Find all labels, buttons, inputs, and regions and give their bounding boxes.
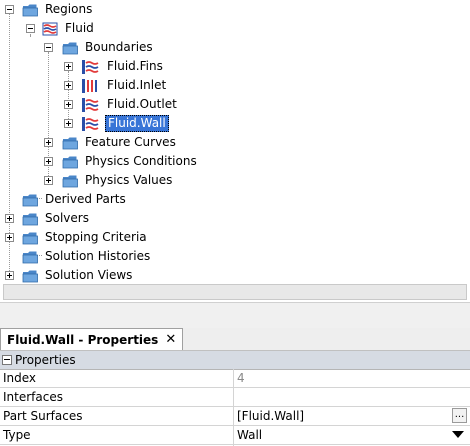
expand-icon[interactable] xyxy=(44,157,53,166)
region-icon xyxy=(42,22,58,36)
horizontal-scrollbar[interactable] xyxy=(3,284,467,300)
tree-node-label: Regions xyxy=(45,2,93,16)
tree-node-physics-conditions[interactable]: Physics Conditions xyxy=(62,152,199,171)
section-title: Properties xyxy=(15,353,76,367)
tree-node-label: Stopping Criteria xyxy=(45,230,147,244)
folder-icon xyxy=(22,250,38,264)
tree-guide-line xyxy=(30,34,31,36)
property-row-index[interactable]: Index 4 xyxy=(0,369,470,388)
property-row-type[interactable]: Type Wall xyxy=(0,426,470,445)
tree-node-fluid-wall[interactable]: Fluid.Wall xyxy=(82,114,169,133)
folder-icon xyxy=(22,3,38,17)
dropdown-arrow-icon[interactable] xyxy=(452,431,464,438)
boundary-wall-icon xyxy=(82,117,100,131)
tree-node-solution-views[interactable]: Solution Views xyxy=(22,266,134,284)
simulation-tree[interactable]: Regions Fluid Boundaries Fluid.Fins Flui… xyxy=(0,0,470,284)
tree-node-label: Physics Conditions xyxy=(85,154,197,168)
tree-node-physics-values[interactable]: Physics Values xyxy=(62,171,174,190)
ellipsis-icon[interactable]: ... xyxy=(452,408,467,423)
property-name: Index xyxy=(3,371,37,385)
expand-icon[interactable] xyxy=(64,119,73,128)
tree-node-stopping-criteria[interactable]: Stopping Criteria xyxy=(22,228,149,247)
collapse-icon[interactable] xyxy=(26,24,35,33)
tree-node-label: Boundaries xyxy=(85,40,153,54)
folder-icon xyxy=(62,136,78,150)
tree-node-fluid[interactable]: Fluid xyxy=(42,19,96,38)
expand-icon[interactable] xyxy=(5,214,14,223)
tree-node-solution-histories[interactable]: Solution Histories xyxy=(22,247,152,266)
tree-node-fluid-outlet[interactable]: Fluid.Outlet xyxy=(82,95,179,114)
properties-section-header[interactable]: Properties xyxy=(0,351,470,370)
tree-node-label: Physics Values xyxy=(85,173,173,187)
tree-node-label: Solution Histories xyxy=(45,249,151,263)
boundary-inlet-icon xyxy=(82,79,100,93)
folder-icon xyxy=(22,212,38,226)
expand-icon[interactable] xyxy=(5,233,14,242)
tree-node-label: Fluid.Outlet xyxy=(107,97,177,111)
panel-divider[interactable] xyxy=(0,302,470,329)
tree-node-label: Fluid.Inlet xyxy=(107,78,167,92)
close-icon[interactable]: ✕ xyxy=(165,332,176,347)
expand-icon[interactable] xyxy=(64,81,73,90)
collapse-icon[interactable] xyxy=(5,5,14,14)
tree-node-label-selected: Fluid.Wall xyxy=(105,115,169,132)
tree-node-derived-parts[interactable]: Derived Parts xyxy=(22,190,128,209)
folder-icon xyxy=(62,41,78,55)
folder-icon xyxy=(22,231,38,245)
tab-label: Fluid.Wall - Properties xyxy=(7,332,159,347)
property-name: Type xyxy=(3,428,31,442)
properties-panel: Properties Index 4 Interfaces Part Surfa… xyxy=(0,351,470,446)
tree-node-boundaries[interactable]: Boundaries xyxy=(62,38,155,57)
expand-icon[interactable] xyxy=(64,100,73,109)
collapse-icon[interactable] xyxy=(2,355,12,365)
tree-node-label: Fluid xyxy=(65,21,94,35)
tree-node-label: Solution Views xyxy=(45,268,133,282)
folder-icon xyxy=(22,193,38,207)
folder-icon xyxy=(62,174,78,188)
folder-icon xyxy=(22,269,38,283)
tree-node-label: Solvers xyxy=(45,211,89,225)
tree-node-feature-curves[interactable]: Feature Curves xyxy=(62,133,178,152)
property-value: [Fluid.Wall] xyxy=(237,409,305,423)
property-name: Part Surfaces xyxy=(3,409,83,423)
expand-icon[interactable] xyxy=(64,62,73,71)
property-row-interfaces[interactable]: Interfaces xyxy=(0,388,470,407)
property-row-part-surfaces[interactable]: Part Surfaces [Fluid.Wall] ... xyxy=(0,407,470,426)
properties-tab-strip: Fluid.Wall - Properties ✕ xyxy=(0,328,470,351)
folder-icon xyxy=(62,155,78,169)
expand-icon[interactable] xyxy=(5,271,14,280)
tree-guide-line xyxy=(68,71,69,123)
expand-icon[interactable] xyxy=(44,176,53,185)
tree-node-fluid-fins[interactable]: Fluid.Fins xyxy=(82,57,165,76)
tree-node-label: Fluid.Fins xyxy=(107,59,163,73)
property-value: Wall xyxy=(237,428,263,442)
tree-node-label: Derived Parts xyxy=(45,192,126,206)
property-value: 4 xyxy=(237,371,245,385)
property-name: Interfaces xyxy=(3,390,63,404)
tree-node-fluid-inlet[interactable]: Fluid.Inlet xyxy=(82,76,168,95)
tree-node-regions[interactable]: Regions xyxy=(22,0,94,19)
boundary-wall-icon xyxy=(82,98,100,112)
boundary-wall-icon xyxy=(82,60,100,74)
collapse-icon[interactable] xyxy=(44,43,53,52)
tab-properties[interactable]: Fluid.Wall - Properties ✕ xyxy=(0,328,184,350)
tree-node-label: Feature Curves xyxy=(85,135,176,149)
expand-icon[interactable] xyxy=(44,138,53,147)
tree-node-solvers[interactable]: Solvers xyxy=(22,209,91,228)
